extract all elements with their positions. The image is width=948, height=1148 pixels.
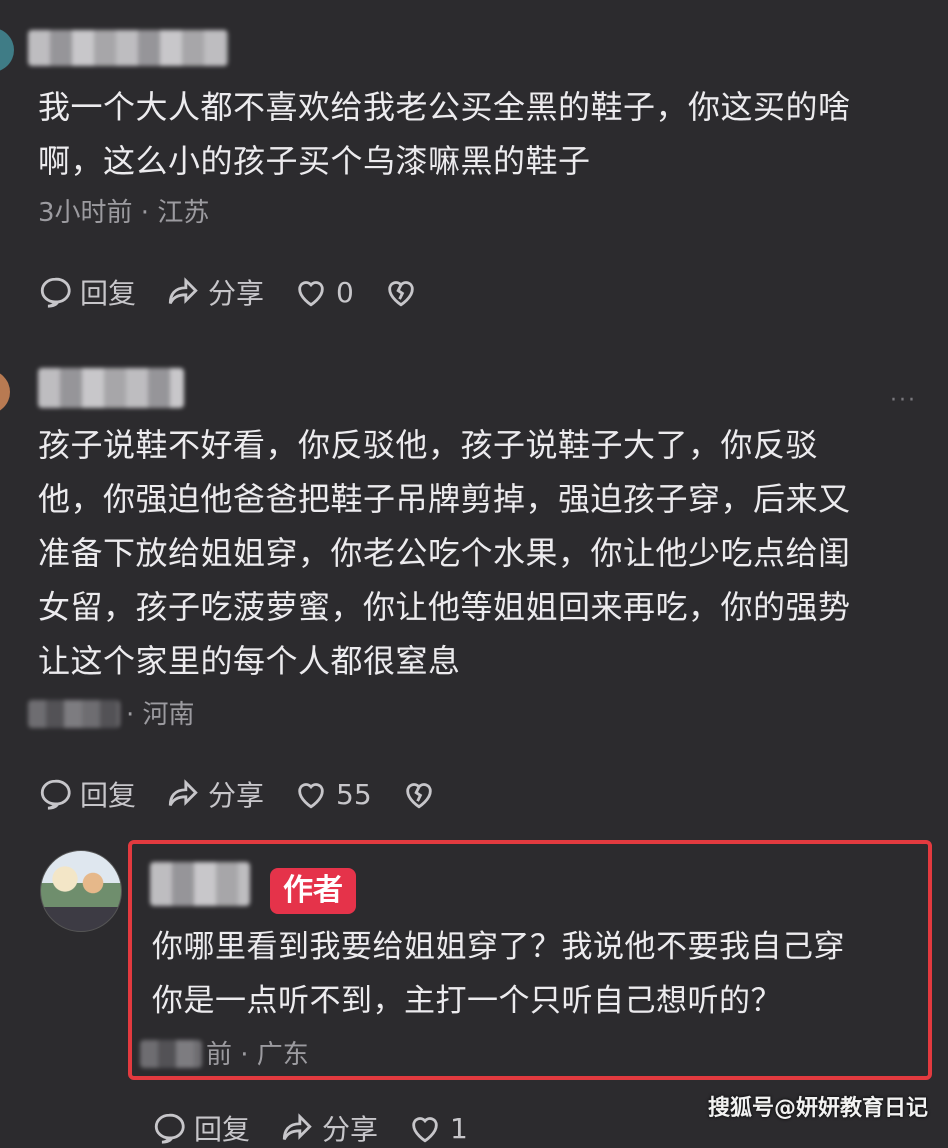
share-label: 分享 [208,779,265,812]
like-button[interactable]: 55 [294,777,372,811]
reply-label: 回复 [194,1113,251,1146]
like-count: 55 [336,777,372,811]
broken-heart-icon [388,281,414,307]
heart-icon [412,1117,438,1143]
reply-text: 你哪里看到我要给姐姐穿了？我说他不要我自己穿 你是一点听不到，主打一个只听自己想… [152,929,845,1019]
comment-text: 孩子说鞋不好看，你反驳他，孩子说鞋子大了，你反驳 他，你强迫他爸爸把鞋子吊牌剪掉… [38,426,851,680]
reply-button[interactable]: 回复 [38,272,136,312]
reply-icon [40,277,71,308]
dislike-button[interactable] [402,777,444,811]
comment-actions: 回复 分享 0 [38,272,456,312]
heart-icon [298,783,324,809]
share-icon [168,277,198,305]
share-icon [282,1113,312,1141]
heart-icon [298,281,324,307]
like-button[interactable]: 0 [294,275,354,309]
avatar[interactable] [0,28,14,72]
reply-button[interactable]: 回复 [38,774,136,814]
reply-label: 回复 [80,779,137,812]
reply-icon [40,779,71,810]
share-label: 分享 [322,1113,379,1146]
author-avatar[interactable] [40,850,122,932]
reply-meta: 前 · 广东 [206,1040,309,1070]
author-badge: 作者 [270,868,356,914]
more-options-icon[interactable]: ··· [890,388,917,413]
like-count: 0 [336,275,354,309]
avatar[interactable] [0,370,10,414]
share-button[interactable]: 分享 [166,774,264,814]
watermark: 搜狐号@妍妍教育日记 [707,1096,928,1121]
comment-actions: 回复 分享 55 [38,774,474,814]
reply-actions: 回复 分享 1 [152,1108,498,1148]
username-blurred[interactable] [38,368,184,408]
share-label: 分享 [208,277,265,310]
username-blurred[interactable] [28,30,228,66]
share-button[interactable]: 分享 [166,272,264,312]
dislike-button[interactable] [384,275,426,309]
broken-heart-icon [405,783,432,809]
reply-button[interactable]: 回复 [152,1108,250,1148]
timestamp-blurred [28,700,120,728]
comment-meta: 3小时前 · 江苏 [38,198,210,228]
reply-icon [154,1113,185,1144]
reply-label: 回复 [80,277,137,310]
comment-meta: · 河南 [126,700,195,730]
like-button[interactable]: 1 [408,1111,468,1145]
author-name-blurred[interactable] [150,862,250,906]
comment-text: 我一个大人都不喜欢给我老公买全黑的鞋子，你这买的啥 啊，这么小的孩子买个乌漆嘛黑… [38,88,851,180]
like-count: 1 [450,1111,468,1145]
timestamp-blurred [140,1040,202,1068]
share-icon [168,779,198,807]
share-button[interactable]: 分享 [280,1108,378,1148]
